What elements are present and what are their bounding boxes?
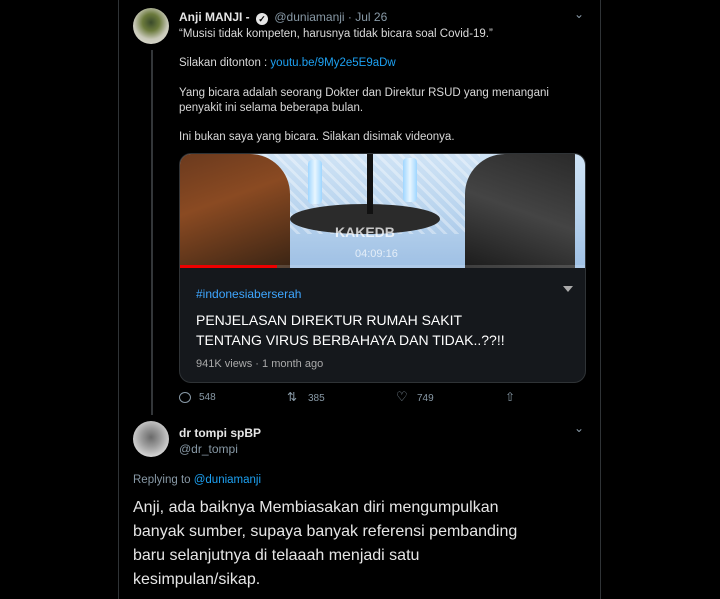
reply-tweet-text: Anji, ada baiknya Membiasakan diri mengu…: [133, 496, 583, 592]
video-hashtag[interactable]: #indonesiaberserah: [196, 287, 301, 301]
reply-text-line: banyak sumber, supaya banyak referensi p…: [133, 523, 518, 540]
thread-connector-line: [151, 50, 153, 415]
more-options-icon[interactable]: ⌄: [574, 7, 584, 21]
channel-watermark: KAKEDB: [335, 224, 395, 240]
more-options-icon[interactable]: ⌄: [574, 421, 584, 435]
video-thumbnail[interactable]: KAKEDB 04:09:16: [180, 154, 585, 268]
tweet-text-line: Ini bukan saya yang bicara. Silakan disi…: [179, 131, 455, 143]
video-title-line: PENJELASAN DIREKTUR RUMAH SAKIT: [196, 312, 463, 328]
tweet-text-line: penyakit ini selama beberapa bulan.: [179, 102, 364, 114]
like-count: 749: [417, 393, 434, 404]
display-name[interactable]: dr tompi spBP: [179, 426, 261, 440]
reply-button[interactable]: 548: [179, 392, 216, 403]
replying-handle-link[interactable]: @duniamanji: [194, 474, 261, 486]
video-title[interactable]: PENJELASAN DIREKTUR RUMAH SAKIT TENTANG …: [196, 310, 566, 350]
user-handle[interactable]: @dr_tompi: [179, 442, 238, 456]
microphone-stand: [367, 154, 373, 214]
water-bottle: [403, 158, 417, 202]
retweet-count: 385: [308, 393, 325, 404]
replying-to: Replying to @duniamanji: [133, 474, 261, 486]
tweet-author[interactable]: Anji MANJI - ✓ @duniamanji · Jul 26: [179, 10, 387, 25]
heart-icon: [396, 389, 409, 405]
share-icon: [505, 390, 518, 405]
avatar[interactable]: [133, 421, 169, 457]
video-meta: 941K views · 1 month ago: [196, 358, 324, 370]
replying-prefix: Replying to: [133, 474, 194, 486]
reply-text-line: kesimpulan/sikap.: [133, 571, 261, 588]
card-menu-icon[interactable]: [563, 286, 573, 292]
tweet-text-prefix: Silakan ditonton :: [179, 57, 271, 69]
water-bottle: [308, 160, 322, 204]
share-button[interactable]: [505, 390, 518, 405]
reply-text-line: Anji, ada baiknya Membiasakan diri mengu…: [133, 499, 499, 516]
user-handle[interactable]: @duniamanji: [274, 10, 344, 24]
retweet-button[interactable]: 385: [287, 390, 325, 405]
tweet-text-line: Silakan ditonton : youtu.be/9My2e5E9aDw: [179, 56, 396, 71]
like-button[interactable]: 749: [396, 389, 434, 405]
retweet-icon: [287, 390, 300, 405]
video-card-info[interactable]: #indonesiaberserah PENJELASAN DIREKTUR R…: [180, 268, 585, 382]
avatar[interactable]: [133, 8, 169, 44]
reply-text-line: baru selanjutnya di telaaah menjadi satu: [133, 547, 420, 564]
reply-count: 548: [199, 392, 216, 403]
youtube-link[interactable]: youtu.be/9My2e5E9aDw: [270, 57, 395, 69]
tweet-date[interactable]: · Jul 26: [348, 10, 387, 24]
speaker-right: [465, 154, 575, 268]
tweet-text-line: Yang bicara adalah seorang Dokter dan Di…: [179, 87, 549, 99]
video-title-line: TENTANG VIRUS BERBAHAYA DAN TIDAK..??!!: [196, 332, 505, 348]
speaker-left: [180, 154, 290, 268]
display-name[interactable]: Anji MANJI -: [179, 10, 250, 24]
video-timecode: 04:09:16: [355, 248, 398, 260]
tweet-actions: 548 385 749: [179, 389, 519, 408]
tweet-text-line: “Musisi tidak kompeten, harusnya tidak b…: [179, 28, 493, 40]
reply-icon: [179, 392, 191, 403]
verified-icon: ✓: [256, 13, 269, 25]
video-card[interactable]: KAKEDB 04:09:16 #indonesiaberserah PENJE…: [179, 153, 586, 383]
